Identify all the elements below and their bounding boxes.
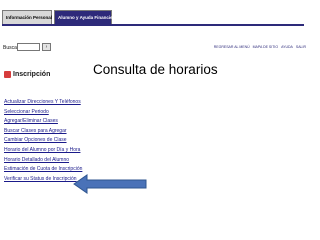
menu-item-fee-assessment[interactable]: Estimación de Cuota de Inscripción <box>4 165 82 175</box>
tab-student-financial-aid[interactable]: Alumno y Ayuda Financiera <box>54 10 117 24</box>
help-link[interactable]: AYUDA <box>281 45 293 49</box>
return-to-menu-link[interactable]: REGRESAR AL MENÚ <box>214 45 250 49</box>
exit-link[interactable]: SALIR <box>296 45 306 49</box>
menu-item-schedule-by-day-time[interactable]: Horario del Alumno por Día y Hora <box>4 146 82 156</box>
header-divider <box>2 24 304 26</box>
page-title: Consulta de horarios <box>93 62 218 77</box>
site-map-link[interactable]: MAPA DE SITIO <box>253 45 278 49</box>
logo-text: Inscripción <box>13 71 51 78</box>
search-input[interactable] <box>17 43 40 51</box>
tab-personal-info[interactable]: Información Personal <box>2 10 52 24</box>
left-arrow-icon <box>73 174 147 194</box>
menu-item-change-class-options[interactable]: Cambiar Opciones de Clase <box>4 136 82 146</box>
search-go-button[interactable]: › <box>42 43 51 51</box>
registration-menu: Actualizar Direcciones Y Teléfonos Selec… <box>4 98 82 184</box>
tab-bar: Información Personal Alumno y Ayuda Fina… <box>2 10 117 24</box>
menu-item-registration-status[interactable]: Verificar su Status de Inscripción <box>4 175 82 185</box>
menu-item-update-addresses[interactable]: Actualizar Direcciones Y Teléfonos <box>4 98 82 108</box>
menu-item-select-term[interactable]: Seleccionar Periodo <box>4 108 82 118</box>
inscripcion-logo: Inscripción <box>4 71 50 78</box>
clipboard-icon <box>4 71 11 78</box>
menu-item-search-classes[interactable]: Buscar Clases para Agregar <box>4 127 82 137</box>
menu-item-add-drop-classes[interactable]: Agregar/Eliminar Clases <box>4 117 82 127</box>
top-nav-links: REGRESAR AL MENÚ MAPA DE SITIO AYUDA SAL… <box>214 45 306 49</box>
go-arrow-icon: › <box>45 44 48 50</box>
menu-item-detailed-schedule[interactable]: Horario Detallado del Alumno <box>4 156 82 166</box>
